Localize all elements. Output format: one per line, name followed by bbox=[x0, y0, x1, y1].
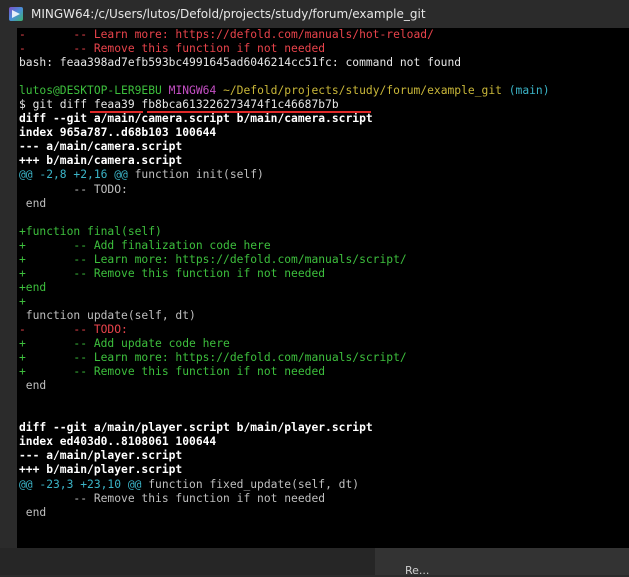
annotation-underline-commit-a bbox=[90, 111, 143, 113]
terminal-text-span: + bbox=[19, 295, 26, 308]
terminal-line: +++ b/main/camera.script bbox=[19, 154, 550, 168]
terminal-line: @@ -23,3 +23,10 @@ function fixed_update… bbox=[19, 478, 550, 492]
terminal-text-span: + -- Remove this function if not needed bbox=[19, 365, 325, 378]
terminal-line: @@ -2,8 +2,16 @@ function init(self) bbox=[19, 168, 550, 182]
terminal-text-span: --- a/main/camera.script bbox=[19, 140, 182, 153]
terminal-text-span: --- a/main/player.script bbox=[19, 449, 182, 462]
terminal-line: diff --git a/main/player.script b/main/p… bbox=[19, 421, 550, 435]
annotation-underline-commit-b bbox=[147, 111, 371, 113]
terminal-text-span: ~/Defold/projects/study/forum/example_gi… bbox=[223, 84, 502, 97]
terminal-text-span: -- TODO: bbox=[19, 183, 128, 196]
terminal-text-span: diff --git a/main/player.script b/main/p… bbox=[19, 421, 373, 434]
terminal-text-span: (main) bbox=[502, 84, 550, 97]
terminal-text-span: MINGW64 bbox=[169, 84, 223, 97]
terminal-line: function update(self, dt) bbox=[19, 309, 550, 323]
terminal-line: -- TODO: bbox=[19, 183, 550, 197]
terminal-text-span: +end bbox=[19, 281, 46, 294]
window-title-bar[interactable]: MINGW64:/c/Users/lutos/Defold/projects/s… bbox=[0, 0, 629, 28]
background-window-left bbox=[0, 548, 375, 575]
terminal-line: -- Remove this function if not needed bbox=[19, 492, 550, 506]
background-window-panel: Re... bbox=[375, 548, 629, 575]
terminal-text-span: - -- TODO: bbox=[19, 323, 128, 336]
terminal-line bbox=[19, 534, 550, 548]
mingw-app-icon bbox=[9, 7, 23, 21]
terminal-text-span: +++ b/main/player.script bbox=[19, 463, 182, 476]
terminal-line: --- a/main/player.script bbox=[19, 449, 550, 463]
terminal-line: lutos@DESKTOP-LER9EBU MINGW64 ~/Defold/p… bbox=[19, 84, 550, 98]
terminal-text-span: @@ -23,3 +23,10 @@ bbox=[19, 478, 141, 491]
terminal-text-span: end bbox=[19, 506, 46, 519]
terminal-text-span: lutos@DESKTOP-LER9EBU bbox=[19, 84, 169, 97]
terminal-text-span: + -- Learn more: https://defold.com/manu… bbox=[19, 351, 407, 364]
terminal-line: end bbox=[19, 379, 550, 393]
terminal-text-span: function update(self, dt) bbox=[19, 309, 196, 322]
terminal-line: +++ b/main/player.script bbox=[19, 463, 550, 477]
terminal-line: bash: feaa398ad7efb593bc4991645ad6046214… bbox=[19, 56, 550, 70]
terminal-line: end bbox=[19, 197, 550, 211]
terminal-text-span: end bbox=[19, 379, 46, 392]
terminal-line: +function final(self) bbox=[19, 225, 550, 239]
terminal-text-span: $ git diff feaa39 fb8bca613226273474f1c4… bbox=[19, 98, 339, 111]
terminal-text-span: + -- Add update code here bbox=[19, 337, 230, 350]
terminal-line: + -- Learn more: https://defold.com/manu… bbox=[19, 351, 550, 365]
terminal-text-span: +function final(self) bbox=[19, 225, 162, 238]
terminal-output[interactable]: - -- Learn more: https://defold.com/manu… bbox=[17, 28, 629, 548]
terminal-line: --- a/main/camera.script bbox=[19, 140, 550, 154]
terminal-text-span: bash: feaa398ad7efb593bc4991645ad6046214… bbox=[19, 56, 461, 69]
terminal-text-span: - -- Remove this function if not needed bbox=[19, 42, 325, 55]
terminal-line: + -- Remove this function if not needed bbox=[19, 267, 550, 281]
terminal-line bbox=[19, 70, 550, 84]
background-panel-text: Re... bbox=[405, 564, 429, 577]
terminal-line: + -- Learn more: https://defold.com/manu… bbox=[19, 253, 550, 267]
terminal-line: + -- Add update code here bbox=[19, 337, 550, 351]
terminal-text-span: -- Remove this function if not needed bbox=[19, 492, 325, 505]
terminal-text-span: diff --git a/main/camera.script b/main/c… bbox=[19, 112, 373, 125]
terminal-line: + -- Remove this function if not needed bbox=[19, 365, 550, 379]
terminal-line: + bbox=[19, 295, 550, 309]
terminal-text-span: @@ -2,8 +2,16 @@ bbox=[19, 168, 128, 181]
terminal-line: +end bbox=[19, 281, 550, 295]
terminal-line: index ed403d0..8108061 100644 bbox=[19, 435, 550, 449]
terminal-text-span: function init(self) bbox=[128, 168, 264, 181]
terminal-line bbox=[19, 393, 550, 407]
window-title: MINGW64:/c/Users/lutos/Defold/projects/s… bbox=[31, 7, 426, 21]
terminal-text-span: index 965a787..d68b103 100644 bbox=[19, 126, 216, 139]
terminal-line: - -- TODO: bbox=[19, 323, 550, 337]
terminal-text-span: end bbox=[19, 197, 46, 210]
terminal-line: diff --git a/main/camera.script b/main/c… bbox=[19, 112, 550, 126]
terminal-line: + -- Add finalization code here bbox=[19, 239, 550, 253]
terminal-text-span: + -- Learn more: https://defold.com/manu… bbox=[19, 253, 407, 266]
terminal-line: end bbox=[19, 506, 550, 520]
terminal-line: - -- Learn more: https://defold.com/manu… bbox=[19, 28, 550, 42]
terminal-text-span: + -- Add finalization code here bbox=[19, 239, 271, 252]
terminal-text-span: index ed403d0..8108061 100644 bbox=[19, 435, 216, 448]
terminal-text-span: function fixed_update(self, dt) bbox=[141, 478, 359, 491]
terminal-lines: - -- Learn more: https://defold.com/manu… bbox=[19, 28, 550, 548]
terminal-line: - -- Remove this function if not needed bbox=[19, 42, 550, 56]
terminal-line: index 965a787..d68b103 100644 bbox=[19, 126, 550, 140]
terminal-text-span: - -- Learn more: https://defold.com/manu… bbox=[19, 28, 434, 41]
terminal-line bbox=[19, 211, 550, 225]
terminal-text-span: + -- Remove this function if not needed bbox=[19, 267, 325, 280]
terminal-text-span: +++ b/main/camera.script bbox=[19, 154, 182, 167]
terminal-line bbox=[19, 407, 550, 421]
terminal-line bbox=[19, 520, 550, 534]
